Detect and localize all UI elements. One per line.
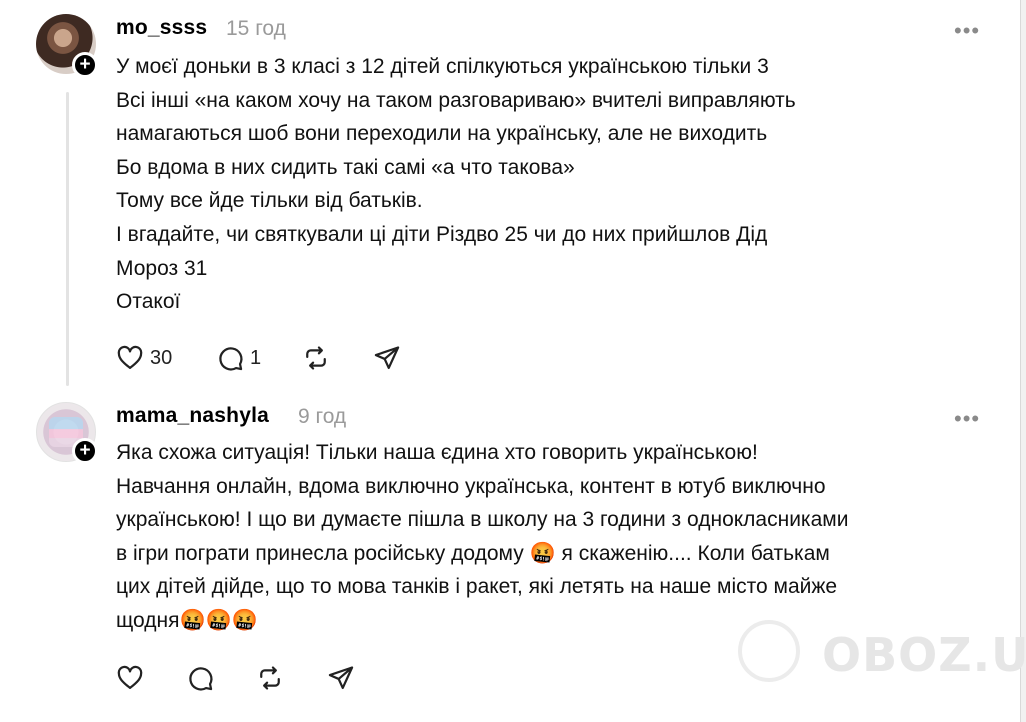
follow-plus-icon[interactable]: +: [72, 52, 98, 78]
like-button[interactable]: 30: [116, 343, 172, 373]
like-count: 30: [150, 346, 173, 369]
post-time: 9 год: [298, 405, 347, 428]
like-button[interactable]: [116, 663, 144, 693]
repost-icon: [260, 666, 280, 690]
watermark: OBOZ.UA: [738, 620, 1026, 690]
window-edge: [1020, 0, 1026, 722]
post-text: У моєї доньки в 3 класі з 12 дітей спілк…: [116, 55, 796, 314]
send-icon: [374, 346, 400, 370]
heart-icon: [117, 665, 143, 690]
post-text: Яка схожа ситуація! Тільки наша єдина хт…: [116, 441, 849, 632]
reply-button[interactable]: 1: [216, 343, 261, 373]
comment-icon: [219, 347, 243, 371]
repost-button[interactable]: [302, 343, 330, 373]
thread-line: [66, 92, 69, 386]
reply-button[interactable]: [186, 663, 214, 693]
follow-plus-icon[interactable]: +: [72, 438, 98, 464]
repost-icon: [306, 346, 326, 370]
send-icon: [328, 666, 354, 690]
globe-icon: [738, 620, 800, 682]
heart-icon: [117, 345, 143, 370]
username[interactable]: mama_nashyla: [116, 404, 269, 428]
post-time: 15 год: [226, 17, 286, 40]
repost-button[interactable]: [256, 663, 284, 693]
username[interactable]: mo_ssss: [116, 16, 207, 40]
more-icon[interactable]: •••: [954, 20, 980, 42]
share-button[interactable]: [327, 663, 355, 693]
reply-count: 1: [250, 346, 262, 369]
share-button[interactable]: [373, 343, 401, 373]
watermark-text: OBOZ.UA: [822, 628, 1026, 682]
comment-icon: [189, 667, 213, 691]
more-icon[interactable]: •••: [954, 408, 980, 430]
